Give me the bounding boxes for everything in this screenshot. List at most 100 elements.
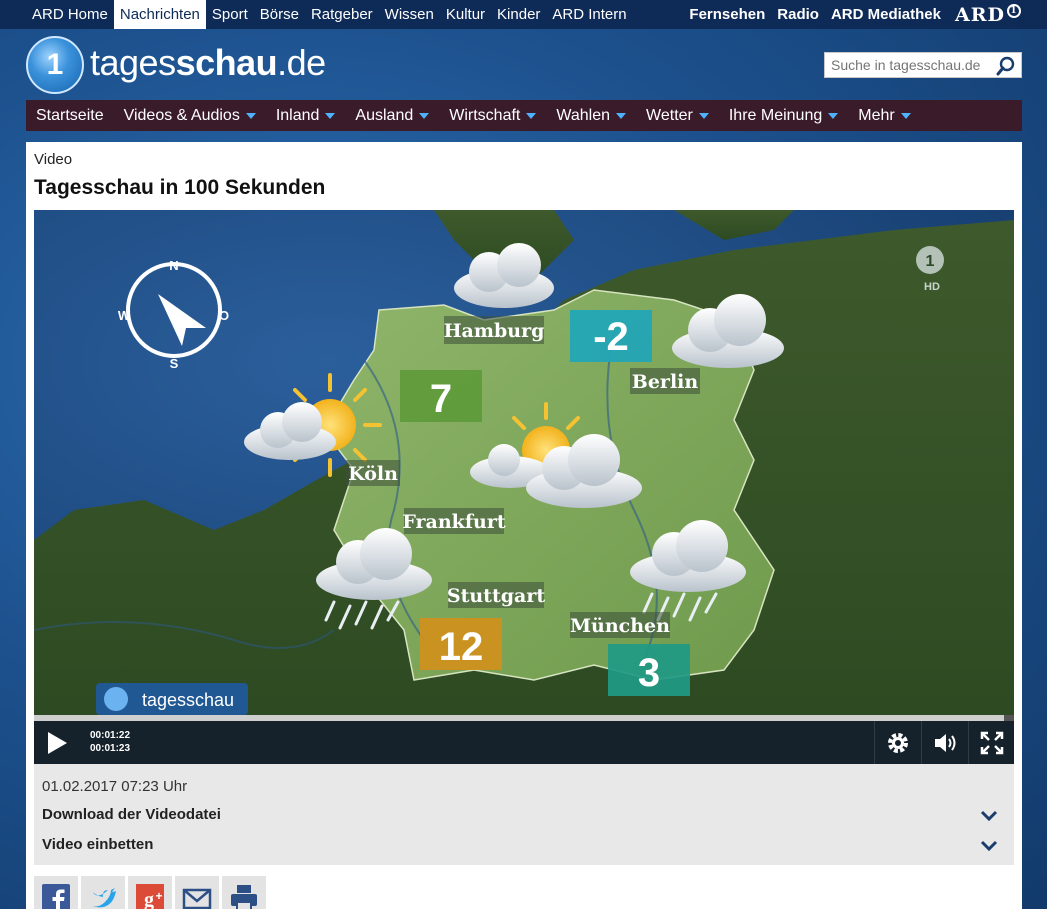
hd-label: HD — [924, 281, 940, 293]
google-plus-icon: g + — [136, 884, 164, 909]
logo-suffix: .de — [277, 42, 326, 83]
main-nav-item[interactable]: Inland — [266, 100, 346, 131]
site-logo-wordmark[interactable]: tagesschau.de — [90, 42, 326, 84]
caret-down-icon — [419, 112, 430, 119]
page-title: Tagesschau in 100 Sekunden — [34, 176, 326, 199]
ard-link-mediathek[interactable]: ARD Mediathek — [825, 0, 947, 29]
temperature-box-stuttgart-region: 12 — [420, 618, 502, 670]
twitter-icon — [91, 888, 116, 908]
ard-nav-item[interactable]: Wissen — [379, 0, 440, 29]
city-stuttgart: Stuttgart — [447, 585, 545, 607]
main-nav-item[interactable]: Mehr — [848, 100, 920, 131]
main-nav-item[interactable]: Startseite — [26, 100, 114, 131]
main-nav: Startseite Videos & Audios Inland Ausland Wi… — [26, 100, 1022, 131]
ard-logo-text: ARD — [954, 3, 1005, 26]
compass-s: S — [170, 356, 179, 371]
ard-nav-item[interactable]: ARD Intern — [546, 0, 632, 29]
city-koeln: Köln — [348, 463, 398, 485]
ard-nav-item[interactable]: Kultur — [440, 0, 491, 29]
main-nav-label: Wahlen — [556, 107, 611, 124]
ard-nav-item[interactable]: Sport — [206, 0, 254, 29]
progress-bar[interactable] — [34, 715, 1014, 721]
fullscreen-button[interactable] — [968, 721, 1014, 764]
tagesschau-logo-icon[interactable]: 1 — [26, 36, 84, 94]
watermark-text: tagesschau — [142, 690, 234, 710]
search-box — [824, 52, 1022, 78]
main-nav-item[interactable]: Wirtschaft — [439, 100, 546, 131]
chevron-down-icon — [980, 840, 998, 852]
ard-link-fernsehen[interactable]: Fernsehen — [683, 0, 771, 29]
main-nav-label: Ausland — [355, 107, 414, 124]
page-kicker: Video — [34, 151, 73, 168]
svg-text:g: g — [144, 889, 154, 909]
ard-right-nav: Fernsehen Radio ARD Mediathek ARD 1 — [683, 0, 1021, 29]
video-meta: 01.02.2017 07:23 Uhr Download der Videod… — [34, 764, 1014, 865]
download-toggle[interactable]: Download der Videodatei — [42, 806, 1006, 834]
caret-down-icon — [616, 112, 627, 119]
logo-bold: schau — [175, 42, 278, 83]
progress-fill — [34, 715, 1005, 721]
content-panel: Video Tagesschau in 100 Sekunden N S W O… — [26, 142, 1022, 909]
fullscreen-icon — [980, 731, 1004, 755]
settings-button[interactable] — [874, 721, 920, 764]
share-mail-button[interactable] — [175, 876, 219, 909]
svg-text:+: + — [155, 889, 162, 903]
logo-badge: 1 — [46, 48, 64, 81]
main-nav-item[interactable]: Wahlen — [546, 100, 636, 131]
compass-o: O — [219, 308, 229, 323]
weather-map-frame: N S W O 1 HD -2 7 12 3 Hamburg Berlin Kö… — [34, 210, 1014, 715]
play-icon[interactable] — [46, 731, 68, 755]
ard-logo[interactable]: ARD 1 — [954, 3, 1021, 26]
gear-icon — [888, 733, 908, 753]
time-display: 00:01:22 00:01:23 — [90, 729, 130, 755]
facebook-icon — [42, 884, 70, 909]
share-print-button[interactable] — [222, 876, 266, 909]
search-input[interactable] — [825, 53, 993, 77]
main-nav-label: Startseite — [36, 107, 104, 124]
ard-nav-item[interactable]: Kinder — [491, 0, 546, 29]
caret-down-icon — [698, 112, 709, 119]
ard-top-bar: ARD Home Nachrichten Sport Börse Ratgeber Wis… — [0, 0, 1047, 29]
main-nav-label: Videos & Audios — [123, 107, 240, 124]
caret-down-icon — [828, 112, 839, 119]
ard-nav-item[interactable]: Börse — [254, 0, 305, 29]
chevron-down-icon — [980, 810, 998, 822]
ard-nav-item[interactable]: Nachrichten — [113, 0, 206, 29]
main-nav-item[interactable]: Ihre Meinung — [719, 100, 848, 131]
ard-nav-item[interactable]: ARD Home — [26, 0, 114, 29]
embed-label: Video einbetten — [42, 836, 154, 853]
main-nav-label: Inland — [275, 107, 320, 124]
city-frankfurt: Frankfurt — [402, 511, 505, 533]
temperature-box-koeln-region: 7 — [400, 370, 482, 422]
compass-n: N — [169, 258, 178, 273]
caret-down-icon — [900, 112, 911, 119]
time-total: 00:01:23 — [90, 743, 131, 754]
tagesschau-watermark-logo: tagesschau — [96, 683, 248, 715]
share-google-plus-button[interactable]: g + — [128, 876, 172, 909]
main-nav-item[interactable]: Ausland — [345, 100, 439, 131]
download-label: Download der Videodatei — [42, 806, 221, 823]
ard-link-radio[interactable]: Radio — [771, 0, 825, 29]
main-nav-label: Mehr — [858, 107, 895, 124]
temp-muenchen: 3 — [638, 651, 660, 695]
temperature-box-muenchen-region: 3 — [608, 644, 690, 696]
ard-one-badge: 1 — [1007, 3, 1021, 18]
speaker-icon — [935, 734, 956, 752]
ard-nav-item[interactable]: Ratgeber — [305, 0, 379, 29]
embed-toggle[interactable]: Video einbetten — [42, 836, 1006, 864]
video-date: 01.02.2017 07:23 Uhr — [42, 778, 188, 795]
main-nav-label: Wetter — [646, 107, 693, 124]
share-twitter-button[interactable] — [81, 876, 125, 909]
video-player[interactable]: N S W O 1 HD -2 7 12 3 Hamburg Berlin Kö… — [34, 210, 1014, 764]
main-nav-item[interactable]: Wetter — [636, 100, 719, 131]
print-icon — [231, 885, 257, 909]
search-icon[interactable] — [995, 55, 1017, 77]
compass-w: W — [118, 308, 131, 323]
main-nav-item[interactable]: Videos & Audios — [114, 100, 266, 131]
share-facebook-button[interactable] — [34, 876, 78, 909]
temp-berlin: -2 — [593, 315, 629, 359]
temp-stuttgart: 12 — [439, 625, 484, 669]
volume-button[interactable] — [921, 721, 967, 764]
temp-koeln: 7 — [430, 377, 452, 421]
video-controls: 00:01:22 00:01:23 — [34, 715, 1014, 764]
